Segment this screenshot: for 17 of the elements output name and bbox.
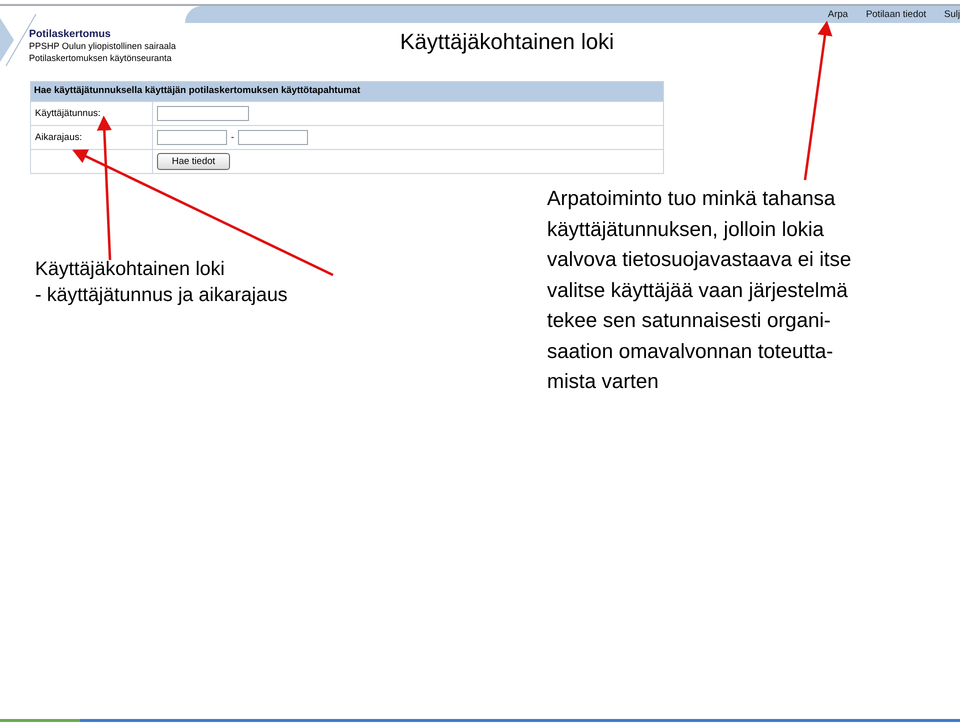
annotation-text: Arpatoiminto tuo minkä tahansa käyttäjätunnuksen, jolloin lokia valvova tietosuojavastaava ei itse valitse käyttäjää vaan järjestelmä tekee sen satunnaisesti organi- saation omavalvonnan toteutta- mista varten (547, 187, 852, 393)
organization-name: PPSHP Oulun yliopistollinen sairaala (29, 40, 177, 52)
nav-link[interactable]: Arpa (828, 9, 848, 20)
nav-link[interactable]: Sulj (944, 9, 960, 20)
annotation-text: Käyttäjäkohtainen loki - käyttäjätunnus ja aikarajaus (35, 258, 288, 306)
field-label: Aikarajaus: (35, 132, 82, 143)
field-label: Käyttäjätunnus: (35, 108, 100, 119)
search-button[interactable]: Hae tiedot (157, 153, 230, 170)
page-title: Käyttäjäkohtainen loki (400, 29, 616, 55)
end-date-field[interactable] (238, 130, 308, 145)
start-date-field[interactable] (157, 130, 227, 145)
nav-link[interactable]: Potilaan tiedot (866, 9, 926, 20)
range-separator: - (231, 132, 234, 143)
app-name: Potilaskertomus (29, 28, 112, 40)
username-field[interactable] (157, 106, 249, 121)
form-heading: Hae käyttäjätunnuksella käyttäjän potilaskertomuksen käyttötapahtumat (31, 82, 663, 101)
app-subtitle: Potilaskertomuksen käytönseuranta (29, 52, 173, 64)
